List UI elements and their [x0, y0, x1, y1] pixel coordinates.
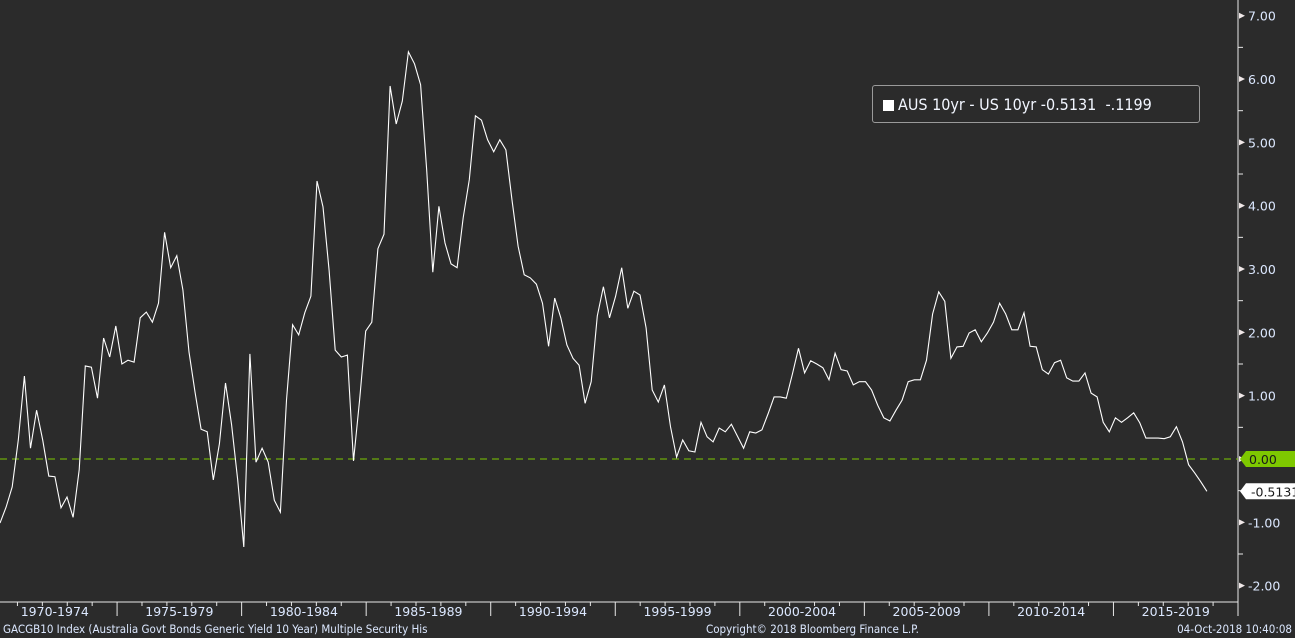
- x-tick-label: 1975-1979: [145, 604, 213, 619]
- x-tick-label: 1970-1974: [21, 604, 89, 619]
- y-tick-label: -2.00: [1248, 579, 1280, 594]
- y-tick-label: 6.00: [1248, 72, 1276, 87]
- y-tick-label: 2.00: [1248, 325, 1276, 340]
- y-tick-label: -1.00: [1248, 515, 1280, 530]
- y-tick-label: 3.00: [1248, 262, 1276, 277]
- y-tick: [1239, 76, 1245, 83]
- y-tick: [1239, 266, 1245, 273]
- x-tick-label: 1990-1994: [519, 604, 587, 619]
- last-value-label: -0.5131: [1251, 484, 1295, 499]
- x-tick-label: 1985-1989: [394, 604, 462, 619]
- y-tick: [1239, 519, 1245, 526]
- x-tick-label: 1980-1984: [270, 604, 338, 619]
- y-tick: [1239, 139, 1245, 146]
- legend: AUS 10yr - US 10yr -0.5131 -.1199: [872, 85, 1200, 123]
- legend-label: AUS 10yr - US 10yr: [898, 95, 1037, 114]
- x-tick-label: 2005-2009: [893, 604, 961, 619]
- x-tick-label: 1995-1999: [643, 604, 711, 619]
- y-tick: [1239, 329, 1245, 336]
- zero-value-label: 0.00: [1249, 452, 1277, 467]
- y-tick-label: 5.00: [1248, 135, 1276, 150]
- x-tick-label: 2015-2019: [1142, 604, 1210, 619]
- x-tick-label: 2000-2004: [768, 604, 836, 619]
- legend-average: -.1199: [1105, 95, 1152, 114]
- y-tick: [1239, 202, 1245, 209]
- series-line-aus-us-spread: [0, 49, 1208, 548]
- y-tick: [1239, 12, 1245, 19]
- footer-timestamp: 04-Oct-2018 10:40:08: [1177, 622, 1292, 636]
- y-tick-label: 1.00: [1248, 389, 1276, 404]
- legend-last-value: -0.5131: [1040, 95, 1097, 114]
- x-tick-label: 2010-2014: [1017, 604, 1085, 619]
- y-tick: [1239, 392, 1245, 399]
- y-tick: [1239, 582, 1245, 589]
- y-tick-label: 4.00: [1248, 199, 1276, 214]
- y-tick-label: 7.00: [1248, 9, 1276, 24]
- footer-security: GACGB10 Index (Australia Govt Bonds Gene…: [3, 622, 428, 636]
- legend-swatch: [883, 100, 894, 111]
- footer-copyright: Copyright© 2018 Bloomberg Finance L.P.: [706, 622, 919, 636]
